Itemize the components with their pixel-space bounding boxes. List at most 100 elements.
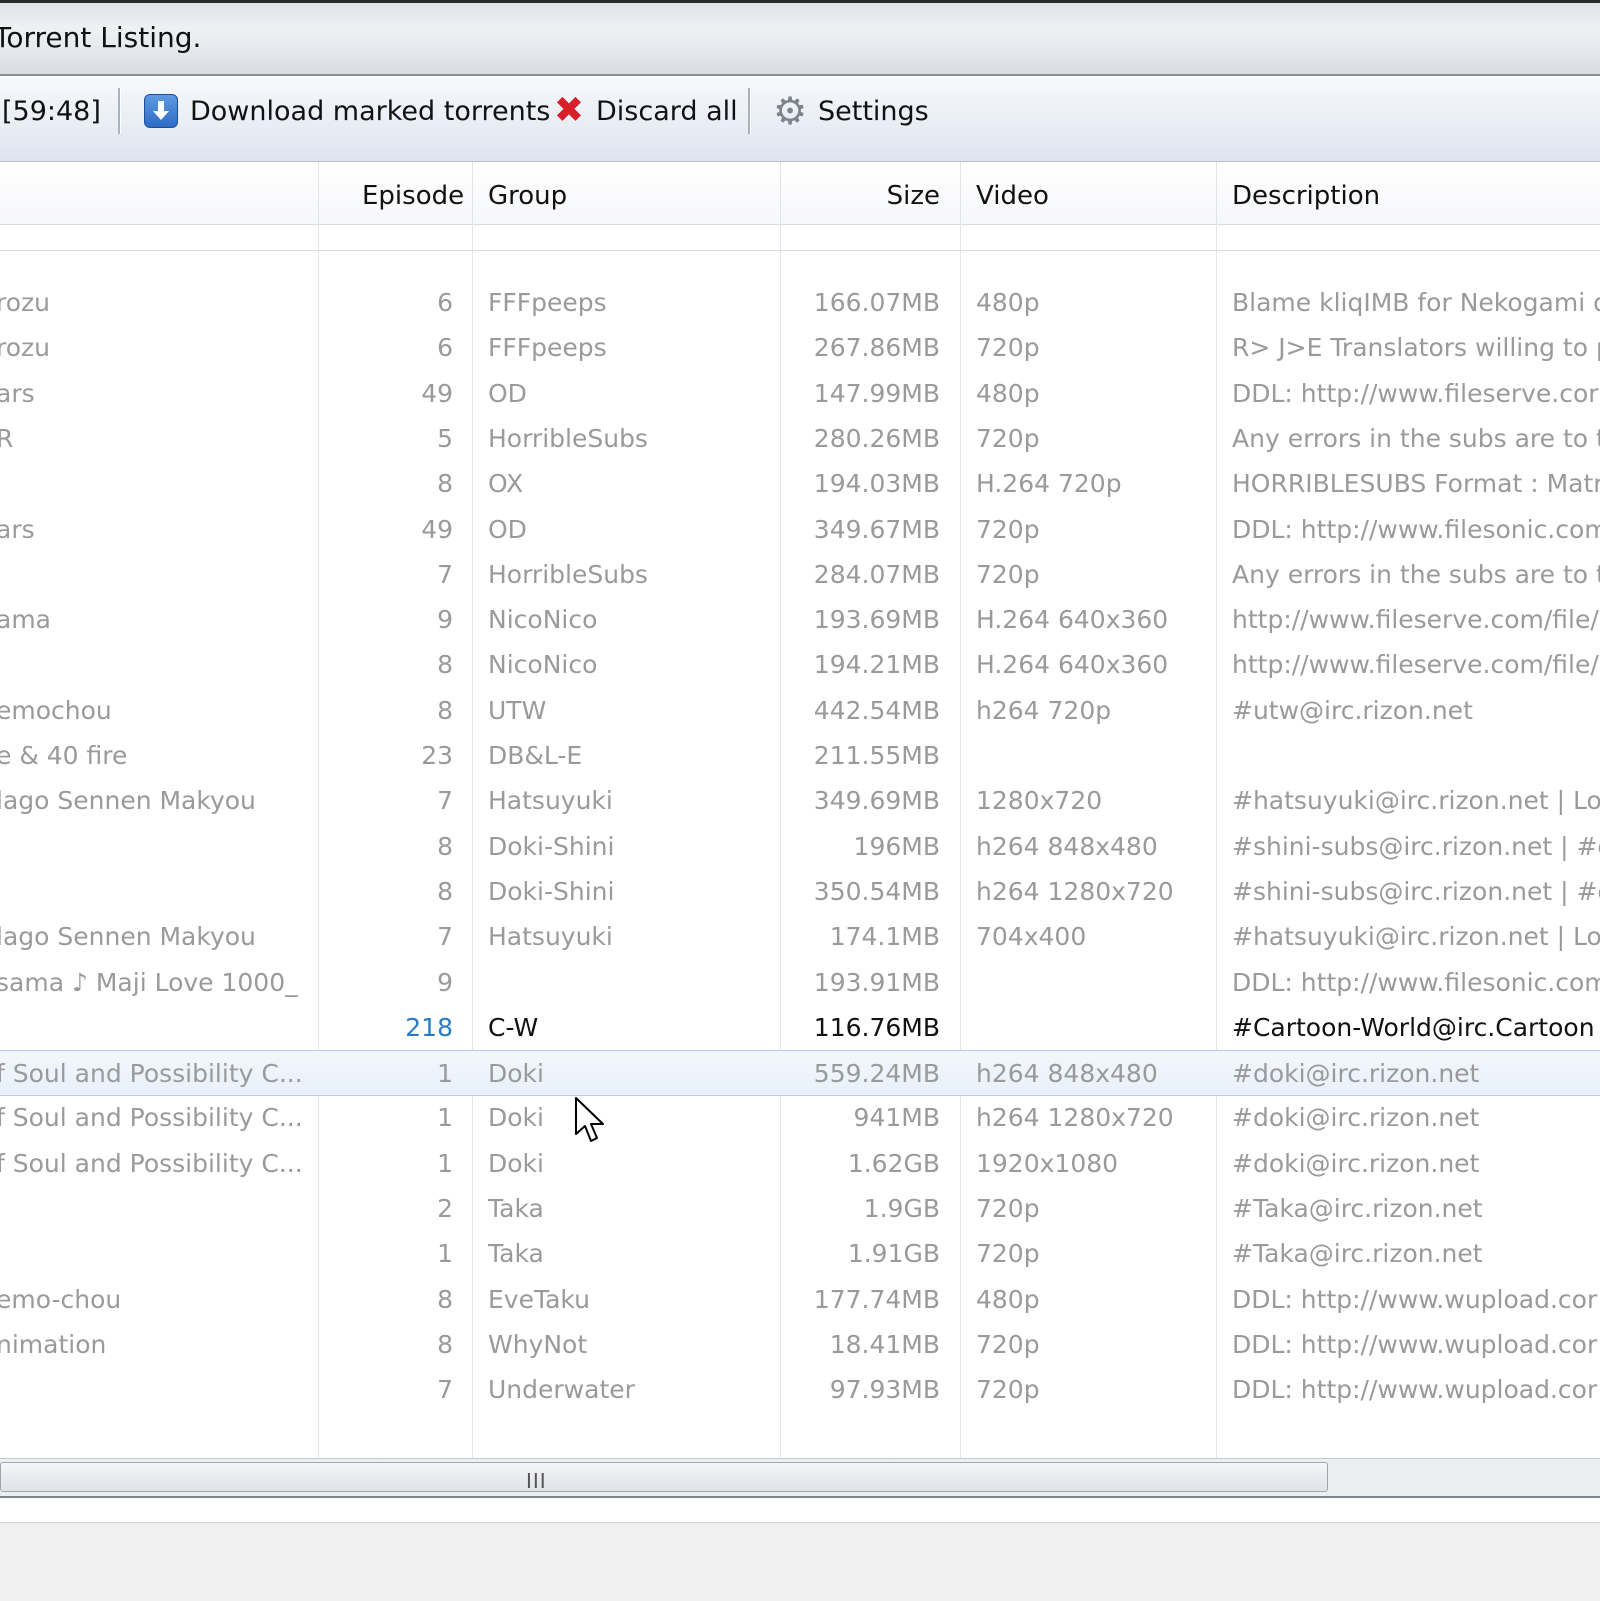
discard-all-label: Discard all: [596, 95, 738, 127]
row-episode: 218: [405, 1012, 453, 1042]
row-video: H.264 640x360: [976, 605, 1169, 635]
row-group: NicoNico: [488, 650, 598, 680]
row-episode: 49: [421, 514, 453, 544]
table-row[interactable]: 7 Underwater 97.93MB 720p DDL: http://www.wu…: [0, 1367, 1600, 1413]
toolbar: [59:48] Download marked torrents ✖ Disca…: [0, 78, 1600, 162]
row-episode: 8: [437, 1284, 453, 1314]
table-row[interactable]: emochou 8 UTW 442.54MB h264 720p #utw@irc.riz…: [0, 688, 1600, 734]
row-episode: 7: [437, 559, 453, 589]
table-row[interactable]: 218 C-W 116.76MB #Cartoon-World@irc.Cartoon: [0, 1005, 1600, 1051]
table-row[interactable]: ars 49 OD 147.99MB 480p DDL: http://www.files…: [0, 371, 1600, 417]
row-episode: 9: [437, 967, 453, 997]
row-title: e & 40 fire: [0, 741, 128, 770]
row-size: 18.41MB: [829, 1329, 940, 1359]
row-title: [0, 869, 308, 915]
row-description: [1232, 733, 1600, 779]
table-row[interactable]: 8 NicoNico 194.21MB H.264 640x360 http://www…: [0, 642, 1600, 688]
row-size: 559.24MB: [813, 1059, 940, 1089]
row-size: 280.26MB: [813, 423, 940, 453]
table-row[interactable]: rozu 6 FFFpeeps 267.86MB 720p R> J>E Translat…: [0, 325, 1600, 371]
column-header-episode[interactable]: Episode: [362, 162, 464, 224]
row-title: [0, 1231, 308, 1277]
row-video: 1920x1080: [976, 1148, 1119, 1178]
row-size: 116.76MB: [813, 1012, 940, 1042]
window-titlebar[interactable]: Torrent Listing.: [0, 0, 1600, 76]
table-row[interactable]: R 5 HorribleSubs 280.26MB 720p Any errors in …: [0, 416, 1600, 462]
column-header-group[interactable]: Group: [488, 162, 567, 224]
row-group: Doki-Shini: [488, 831, 615, 861]
table-row[interactable]: 8 OX 194.03MB H.264 720p HORRIBLESUBS Format…: [0, 461, 1600, 507]
row-size: 211.55MB: [813, 741, 940, 770]
download-marked-button[interactable]: Download marked torrents: [144, 78, 550, 144]
torrent-list[interactable]: Episode Group Size Video Description roz…: [0, 162, 1600, 1458]
row-episode: 1: [437, 1103, 453, 1133]
row-size: 147.99MB: [813, 378, 940, 408]
table-row[interactable]: 7 HorribleSubs 284.07MB 720p Any errors in t…: [0, 552, 1600, 598]
row-group: FFFpeeps: [488, 333, 607, 363]
row-description: DDL: http://www.wupload.cor: [1232, 1375, 1598, 1405]
row-size: 349.69MB: [813, 786, 940, 816]
row-description: #doki@irc.rizon.net: [1232, 1148, 1480, 1178]
table-row[interactable]: nimation 8 WhyNot 18.41MB 720p DDL: http://ww…: [0, 1322, 1600, 1368]
row-group: Taka: [488, 1194, 544, 1223]
row-description: #Cartoon-World@irc.Cartoon: [1232, 1012, 1595, 1042]
scrollbar-thumb[interactable]: III: [0, 1462, 1328, 1493]
row-video: [976, 960, 1186, 1006]
table-row[interactable]: 1 Taka 1.91GB 720p #Taka@irc.rizon.net: [0, 1231, 1600, 1277]
table-row[interactable]: lago Sennen Makyou 7 Hatsuyuki 174.1MB 704x4…: [0, 914, 1600, 960]
table-row[interactable]: e & 40 fire 23 DB&L-E 211.55MB: [0, 733, 1600, 779]
row-size: 177.74MB: [813, 1284, 940, 1314]
mouse-pointer-icon: [575, 1097, 604, 1142]
row-size: 442.54MB: [813, 695, 940, 725]
row-title: nimation: [0, 1329, 107, 1359]
row-video: 704x400: [976, 922, 1087, 952]
row-episode: 8: [437, 876, 453, 906]
row-video: h264 720p: [976, 695, 1112, 725]
table-row[interactable]: emo-chou 8 EveTaku 177.74MB 480p DDL: http://…: [0, 1277, 1600, 1323]
row-size: 196MB: [853, 831, 940, 861]
column-header-size[interactable]: Size: [880, 162, 940, 224]
table-row[interactable]: 8 Doki-Shini 196MB h264 848x480 #shini-subs@…: [0, 824, 1600, 870]
bottom-spacer: [0, 1498, 1600, 1522]
row-description: #Taka@irc.rizon.net: [1232, 1239, 1483, 1269]
horizontal-scrollbar[interactable]: III: [0, 1458, 1600, 1498]
row-group: Hatsuyuki: [488, 786, 613, 816]
table-row[interactable]: 2 Taka 1.9GB 720p #Taka@irc.rizon.net: [0, 1186, 1600, 1232]
row-description: DDL: http://www.fileserve.cor: [1232, 378, 1599, 408]
row-size: 193.91MB: [813, 967, 940, 997]
table-row[interactable]: rozu 6 FFFpeeps 166.07MB 480p Blame kliqIMB f…: [0, 280, 1600, 326]
row-description: DDL: http://www.filesonic.com: [1232, 967, 1600, 997]
row-video: h264 848x480: [976, 1059, 1158, 1089]
window-title: Torrent Listing.: [0, 21, 202, 54]
row-video: 720p: [976, 559, 1040, 589]
table-row[interactable]: f Soul and Possibility C... 1 Doki 559.24MB…: [0, 1050, 1600, 1097]
row-description: DDL: http://www.filesonic.com: [1232, 514, 1600, 544]
row-title: ama: [0, 605, 51, 635]
table-row[interactable]: 8 Doki-Shini 350.54MB h264 1280x720 #shini-s…: [0, 869, 1600, 915]
row-video: [976, 1005, 1186, 1051]
column-header-video[interactable]: Video: [976, 162, 1049, 224]
discard-all-button[interactable]: ✖ Discard all: [552, 78, 738, 144]
row-size: 1.9GB: [863, 1194, 940, 1223]
row-description: R> J>E Translators willing to p: [1232, 333, 1600, 363]
row-group: [488, 960, 748, 1006]
row-description: #shini-subs@irc.rizon.net | #c: [1232, 831, 1600, 861]
settings-button[interactable]: ⚙ Settings: [772, 78, 929, 144]
table-row[interactable]: lago Sennen Makyou 7 Hatsuyuki 349.69MB 1280…: [0, 778, 1600, 824]
row-group: C-W: [488, 1012, 539, 1042]
table-row[interactable]: ars 49 OD 349.67MB 720p DDL: http://www.files…: [0, 507, 1600, 553]
row-title: ars: [0, 514, 35, 544]
column-header-description[interactable]: Description: [1232, 162, 1380, 224]
row-description: #doki@irc.rizon.net: [1232, 1059, 1480, 1089]
table-row[interactable]: f Soul and Possibility C... 1 Doki 941MB h26…: [0, 1095, 1600, 1141]
row-video: 480p: [976, 1284, 1040, 1314]
table-row[interactable]: f Soul and Possibility C... 1 Doki 1.62GB 19…: [0, 1141, 1600, 1187]
row-group: OD: [488, 514, 527, 544]
table-row[interactable]: sama ♪ Maji Love 1000_ 9 193.91MB DDL: http…: [0, 960, 1600, 1006]
row-group: WhyNot: [488, 1329, 588, 1359]
row-video: H.264 640x360: [976, 650, 1169, 680]
table-row[interactable]: ama 9 NicoNico 193.69MB H.264 640x360 http://…: [0, 597, 1600, 643]
row-group: FFFpeeps: [488, 288, 607, 317]
row-episode: 9: [437, 605, 453, 635]
row-title: ars: [0, 378, 35, 408]
